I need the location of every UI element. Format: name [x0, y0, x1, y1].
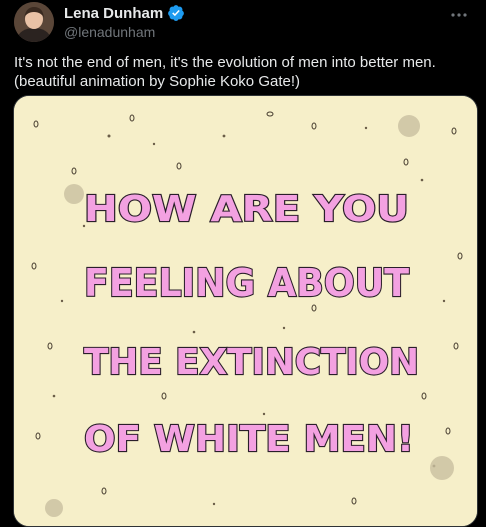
media-line-4: OF WHITE MEN!: [84, 419, 414, 460]
author-name-row[interactable]: Lena Dunham: [64, 4, 185, 22]
tweet-card[interactable]: Lena Dunham @lenadunham It's not the end…: [0, 0, 486, 527]
media-line-1: HOW ARE YOU: [84, 189, 409, 230]
more-options-button[interactable]: [448, 4, 470, 26]
profile-photo-icon: [14, 2, 54, 42]
author-display-name[interactable]: Lena Dunham: [64, 5, 163, 22]
more-horizontal-icon: [451, 13, 467, 17]
tweet-media[interactable]: HOW ARE YOU FEELING ABOUT THE EXTINCTION…: [13, 95, 478, 527]
author-handle[interactable]: @lenadunham: [64, 24, 155, 40]
media-line-3: THE EXTINCTION: [84, 342, 419, 383]
media-image: HOW ARE YOU FEELING ABOUT THE EXTINCTION…: [14, 96, 477, 526]
media-line-2: FEELING ABOUT: [84, 261, 409, 305]
verified-badge-icon: [167, 4, 185, 22]
tweet-text: It's not the end of men, it's the evolut…: [14, 54, 436, 90]
avatar[interactable]: [14, 2, 54, 42]
